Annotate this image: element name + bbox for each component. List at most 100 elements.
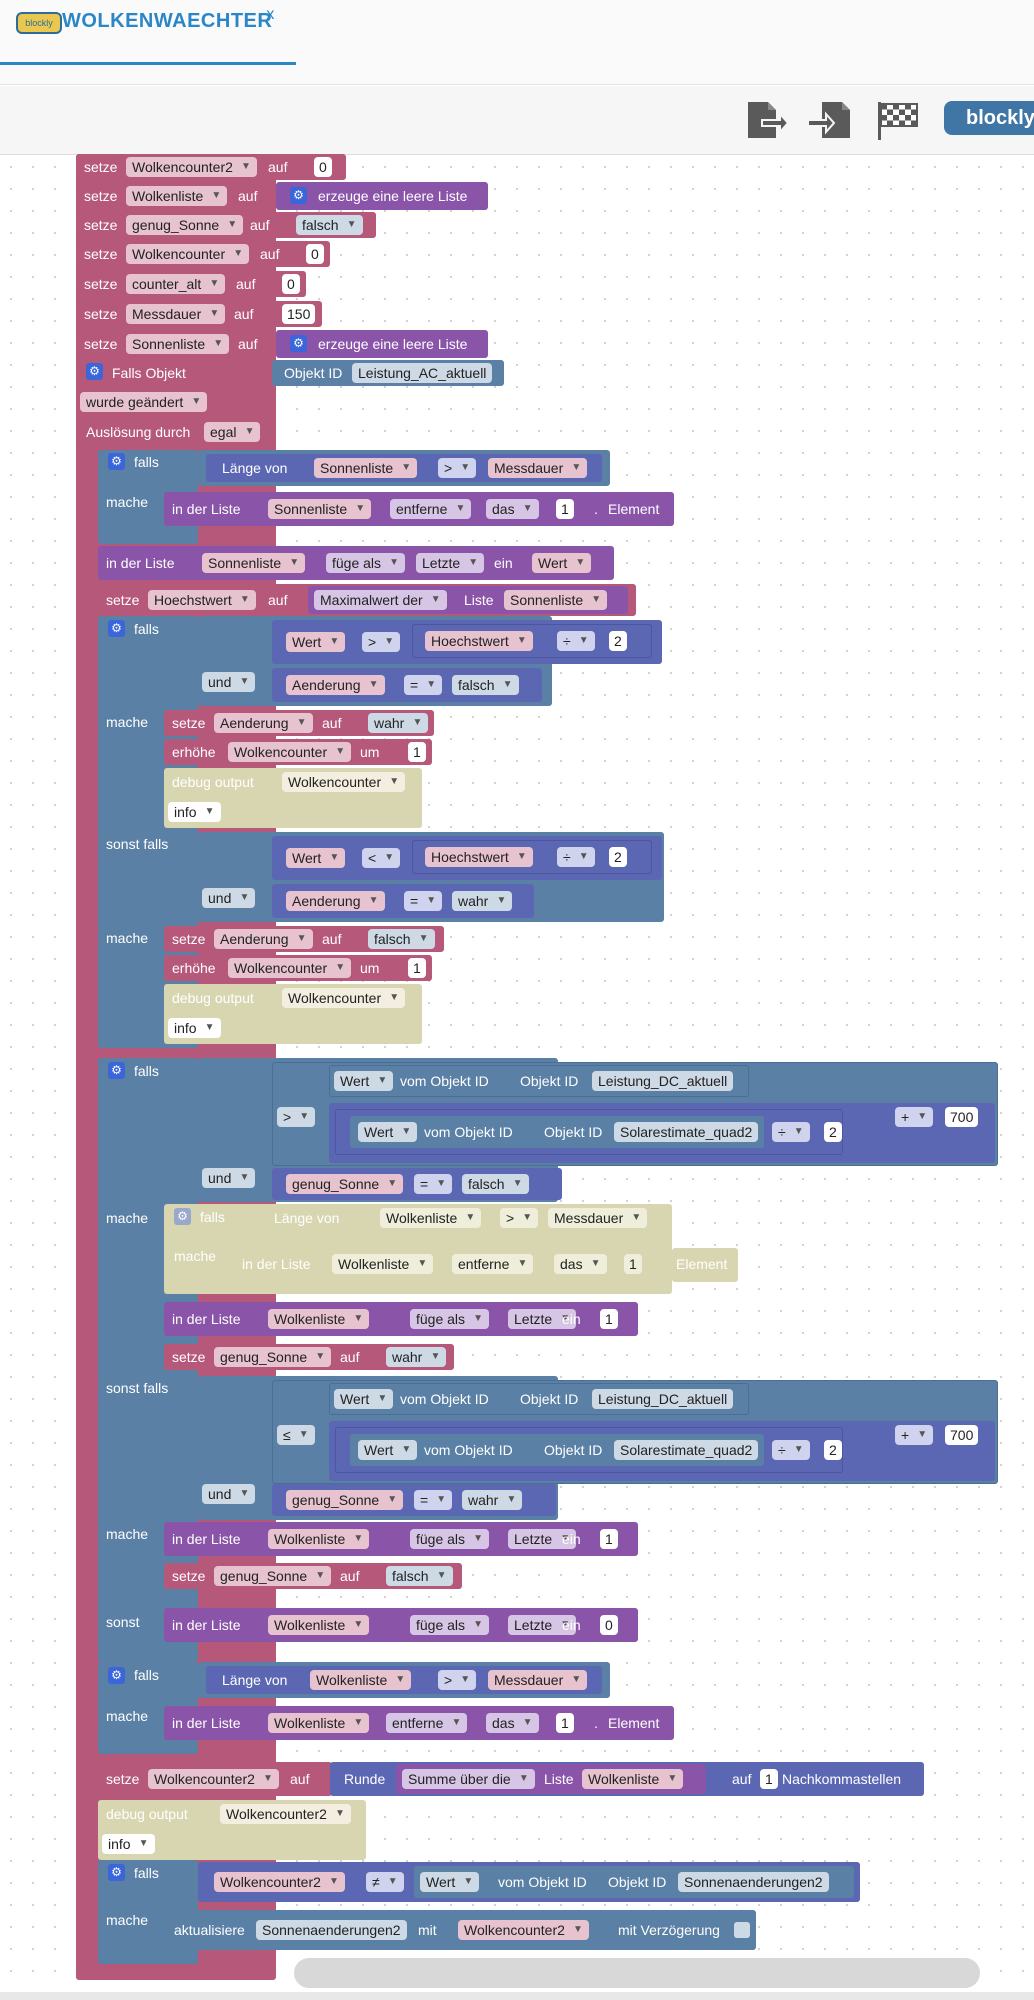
variable-dropdown[interactable]: Aenderung (286, 891, 385, 911)
variable-dropdown[interactable]: genug_Sonne (286, 1174, 404, 1194)
close-tab-icon[interactable]: x (266, 6, 275, 23)
number-field[interactable]: 0 (306, 244, 324, 264)
number-field[interactable]: 1 (600, 1309, 618, 1329)
list-variable-dropdown[interactable]: Sonnenliste (314, 458, 418, 478)
aggregate-dropdown[interactable]: Maximalwert der (314, 590, 447, 610)
boolean-dropdown[interactable]: wahr (462, 1490, 523, 1510)
insert-list-block[interactable]: in der Liste Wolkenliste füge als Letzte… (164, 1608, 638, 1642)
insert-list-block[interactable]: in der Liste Wolkenliste füge als Letzte… (164, 1522, 638, 1556)
object-id-field[interactable]: Leistung_DC_aktuell (592, 1389, 734, 1409)
position-dropdown[interactable]: das (486, 1713, 539, 1733)
boolean-dropdown[interactable]: wahr (452, 891, 513, 911)
length-compare-block[interactable]: Länge von Sonnenliste > Messdauer (206, 454, 602, 482)
log-level-dropdown[interactable]: info (168, 1018, 221, 1038)
object-value-block[interactable]: Wert vom Objekt ID Objekt ID Solarestima… (350, 1434, 764, 1466)
object-id-field[interactable]: Leistung_DC_aktuell (592, 1071, 734, 1091)
variable-dropdown[interactable]: Aenderung (286, 675, 385, 695)
trigger-dropdown[interactable]: egal (204, 422, 261, 442)
logic-operator-dropdown[interactable]: und (202, 672, 256, 692)
object-id-field[interactable]: Solarestimate_quad2 (614, 1440, 759, 1460)
variable-dropdown[interactable]: Wert (532, 553, 592, 573)
variable-dropdown[interactable]: genug_Sonne (126, 215, 244, 235)
boolean-dropdown[interactable]: falsch (296, 215, 363, 235)
logic-operator-dropdown[interactable]: und (202, 888, 256, 908)
debug-output-block[interactable]: debug output Wolkencounter info (164, 984, 422, 1044)
index-field[interactable]: 1 (556, 499, 574, 519)
operator-dropdown[interactable]: = (414, 1174, 453, 1194)
set-sonnenliste-block[interactable]: setze Sonnenliste auf (76, 330, 276, 358)
operator-dropdown[interactable]: ÷ (772, 1122, 810, 1142)
increment-block[interactable]: erhöhe Wolkencounter um 1 (164, 739, 432, 765)
index-field[interactable]: 1 (556, 1713, 574, 1733)
index-field[interactable]: 1 (624, 1254, 642, 1274)
boolean-dropdown[interactable]: falsch (452, 675, 519, 695)
set-wolkenliste-block[interactable]: setze Wolkenliste auf (76, 182, 276, 210)
set-aenderung-block[interactable]: setze Aenderung auf wahr (164, 710, 434, 736)
variable-dropdown[interactable]: Wolkencounter (282, 772, 406, 792)
property-dropdown[interactable]: Wert (334, 1071, 394, 1091)
variable-dropdown[interactable]: Messdauer (488, 458, 588, 478)
object-id-field[interactable]: Sonnenaenderungen2 (256, 1920, 407, 1940)
math-divide-block[interactable]: Hoechstwert ÷ 2 (412, 840, 652, 874)
math-add-block[interactable]: Wert vom Objekt ID Objekt ID Solarestima… (329, 1103, 995, 1163)
number-field[interactable]: 1 (760, 1769, 778, 1789)
blockly-button[interactable]: blockly (944, 101, 1034, 135)
variable-dropdown[interactable]: Wert (286, 632, 346, 652)
list-variable-dropdown[interactable]: Sonnenliste (504, 590, 608, 610)
position-dropdown[interactable]: Letzte (416, 553, 485, 573)
import-icon[interactable] (806, 96, 854, 144)
list-variable-dropdown[interactable]: Wolkenliste (332, 1254, 434, 1274)
create-empty-list-block[interactable]: ⚙ erzeuge eine leere Liste (276, 182, 488, 210)
gear-icon[interactable]: ⚙ (108, 620, 125, 637)
compare-block[interactable]: Aenderung = wahr (272, 884, 534, 918)
operator-dropdown[interactable]: = (414, 1490, 453, 1510)
action-dropdown[interactable]: entferne (386, 1713, 468, 1733)
remove-from-list-block[interactable]: in der Liste Wolkenliste entferne das 1 … (164, 1706, 674, 1740)
number-field[interactable]: 150 (282, 304, 316, 324)
operator-dropdown[interactable]: = (404, 891, 443, 911)
action-dropdown[interactable]: entferne (390, 499, 472, 519)
log-level-dropdown[interactable]: info (102, 1834, 155, 1854)
insert-mode-dropdown[interactable]: füge als (410, 1615, 490, 1635)
gear-icon[interactable]: ⚙ (290, 187, 307, 204)
variable-dropdown[interactable]: Aenderung (214, 929, 313, 949)
property-dropdown[interactable]: Wert (358, 1122, 418, 1142)
boolean-dropdown[interactable]: wahr (386, 1347, 447, 1367)
logic-operator-dropdown[interactable]: und (202, 1168, 256, 1188)
gear-icon[interactable]: ⚙ (108, 453, 125, 470)
boolean-dropdown[interactable]: wahr (368, 713, 429, 733)
compare-block[interactable]: Wolkencounter2 ≠ Wert vom Objekt ID Obje… (198, 1862, 860, 1902)
variable-dropdown[interactable]: Wolkencounter2 (214, 1872, 345, 1892)
set-genug-sonne-block[interactable]: setze genug_Sonne auf falsch (164, 1563, 462, 1589)
operator-dropdown[interactable]: + (895, 1107, 934, 1127)
insert-mode-dropdown[interactable]: füge als (410, 1309, 490, 1329)
compare-block[interactable]: genug_Sonne = wahr (272, 1484, 556, 1516)
list-variable-dropdown[interactable]: Wolkenliste (310, 1670, 412, 1690)
number-field[interactable]: 2 (609, 847, 627, 867)
variable-dropdown[interactable]: genug_Sonne (214, 1347, 332, 1367)
compare-block[interactable]: Länge von Wolkenliste > Messdauer (198, 1662, 610, 1698)
gear-icon[interactable]: ⚙ (174, 1208, 191, 1225)
number-field[interactable]: 2 (824, 1440, 842, 1460)
list-variable-dropdown[interactable]: Sonnenliste (202, 553, 306, 573)
variable-dropdown[interactable]: Wert (286, 848, 346, 868)
compare-block[interactable]: Wert > Hoechstwert ÷ 2 (272, 620, 662, 664)
gear-icon[interactable]: ⚙ (108, 1667, 125, 1684)
length-compare-block[interactable]: Länge von Wolkenliste > Messdauer (206, 1666, 602, 1694)
debug-output-block[interactable]: debug output Wolkencounter info (164, 768, 422, 828)
property-dropdown[interactable]: Wert (334, 1389, 394, 1409)
delay-checkbox[interactable] (734, 1922, 750, 1938)
operator-dropdown[interactable]: > (362, 632, 401, 652)
gear-icon[interactable]: ⚙ (86, 363, 103, 380)
number-field[interactable]: 1 (408, 742, 426, 762)
object-id-field[interactable]: Sonnenaenderungen2 (678, 1872, 829, 1892)
variable-dropdown[interactable]: Wolkencounter (282, 988, 406, 1008)
variable-dropdown[interactable]: genug_Sonne (286, 1490, 404, 1510)
list-max-block[interactable]: Maximalwert der Liste Sonnenliste (308, 586, 628, 614)
and-block[interactable]: und Wert < Hoechstwert ÷ 2 Aenderung = w… (198, 832, 664, 922)
operator-dropdown[interactable]: < (362, 848, 401, 868)
object-value-block[interactable]: Wert vom Objekt ID Objekt ID Sonnenaende… (414, 1866, 854, 1898)
math-divide-block[interactable]: Wert vom Objekt ID Objekt ID Solarestima… (335, 1109, 843, 1155)
change-type-dropdown[interactable]: wurde geändert (80, 392, 208, 412)
and-block[interactable]: und Wert > Hoechstwert ÷ 2 Aenderung = f… (198, 616, 662, 706)
